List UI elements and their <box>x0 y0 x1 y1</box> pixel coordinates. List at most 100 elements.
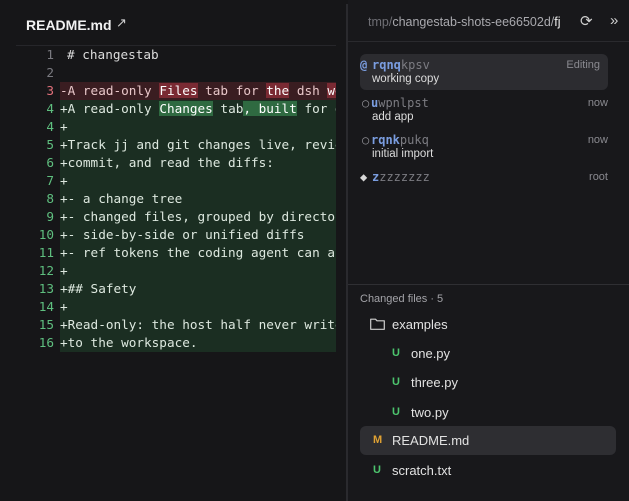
external-link-icon[interactable]: ↗ <box>116 15 127 31</box>
sidebar-header: tmp/changestab-shots-ee66502d/fj ⟳ » <box>348 0 629 42</box>
diff-line: 6 +commit, and read the diffs: <box>16 154 336 172</box>
line-number: 5 <box>46 137 54 152</box>
diff-line: 11 +- ref tokens the coding agent can ac <box>16 244 336 262</box>
section-divider <box>348 284 629 285</box>
changed-files-label: Changed files · 5 <box>360 293 444 305</box>
code-text: +Read-only: the host half never write <box>60 317 336 332</box>
code-text: tab <box>212 101 244 116</box>
code-text: # changestab <box>67 47 159 62</box>
file-row[interactable]: M README.md <box>360 426 616 455</box>
code-text: +- ref tokens the coding agent can ac <box>60 245 336 260</box>
diff-pane: README.md ↗ 1 # changestab 2 3 -A read-only … <box>0 0 336 501</box>
diff-line: 13 +## Safety <box>16 280 336 298</box>
code-text: + <box>60 263 68 278</box>
diff-line: 15 +Read-only: the host half never write <box>16 316 336 334</box>
file-name: two.py <box>411 405 449 420</box>
line-code: +Read-only: the host half never write <box>60 316 336 334</box>
change-id: zzzzzzzz <box>372 170 430 184</box>
line-number: 8 <box>46 191 54 206</box>
commit-node-icon: ◆ <box>360 170 368 184</box>
file-status-badge: U <box>392 347 400 359</box>
line-number: 2 <box>46 65 54 80</box>
file-row[interactable]: Uone.py <box>360 339 616 368</box>
code-text: for d <box>304 101 336 116</box>
chevrons-right-icon[interactable]: » <box>610 12 618 29</box>
change-id-rest: zzzzzzz <box>379 170 430 184</box>
commit-row[interactable]: ◆ zzzzzzzz root <box>360 166 608 202</box>
diff-line: 16 +to the workspace. <box>16 334 336 352</box>
commit-node-icon: @ <box>360 58 368 72</box>
file-status-badge: U <box>392 406 400 418</box>
file-name: one.py <box>411 346 451 361</box>
file-status-badge: U <box>392 376 400 388</box>
commit-time: now <box>587 97 608 109</box>
file-row[interactable]: Uthree.py <box>360 368 616 397</box>
commit-row[interactable]: @ rqnqkpsv Editing working copy <box>360 54 608 90</box>
commit-description: working copy <box>372 73 440 85</box>
diff-line: 5 +Track jj and git changes live, revie <box>16 136 336 154</box>
code-text: +Track jj and git changes live, revie <box>60 137 336 152</box>
path-dim: tmp/ <box>368 15 393 29</box>
folder-row[interactable]: examples <box>360 310 616 339</box>
commit-time: now <box>587 134 608 146</box>
line-code: + <box>60 298 336 316</box>
line-number: 9 <box>46 209 54 224</box>
commit-time: root <box>589 171 608 183</box>
commit-row[interactable]: ○ rqnkpukq now initial import <box>360 129 608 165</box>
line-code: +A read-only Changes tab, built for d <box>60 100 336 118</box>
changed-token: Files <box>159 83 198 98</box>
file-name: README.md <box>392 433 470 448</box>
line-number: 7 <box>46 173 54 188</box>
code-text: + <box>60 173 68 188</box>
file-row[interactable]: Utwo.py <box>360 398 616 427</box>
changed-token: we <box>327 83 336 98</box>
diff-view: 1 # changestab 2 3 -A read-only Files tab fo… <box>16 46 336 352</box>
line-number: 4 <box>46 101 54 116</box>
line-code: +to the workspace. <box>60 334 336 352</box>
workspace-path: tmp/changestab-shots-ee66502d/fj <box>368 15 561 29</box>
line-number: 4 <box>46 119 54 134</box>
change-id-rest: pukq <box>399 133 429 147</box>
code-text: +A read-only <box>60 101 160 116</box>
file-status-badge: M <box>373 434 383 446</box>
path-mid: changestab-shots-ee66502d/ <box>392 15 555 29</box>
line-code: + <box>60 262 336 280</box>
refresh-icon[interactable]: ⟳ <box>580 12 593 30</box>
code-text: +commit, and read the diffs: <box>60 155 274 170</box>
line-number: 16 <box>38 335 54 350</box>
file-title: README.md <box>26 17 112 33</box>
commit-row[interactable]: ○ uwpnlpst now add app <box>360 92 608 128</box>
change-id-prefix: rqnq <box>372 58 401 72</box>
file-row[interactable]: Uscratch.txt <box>360 456 616 485</box>
code-text: +- a change tree <box>60 191 183 206</box>
change-id: rqnkpukq <box>371 133 429 147</box>
diff-line: 8 +- a change tree <box>16 190 336 208</box>
code-text: + <box>60 119 68 134</box>
code-text: -A read-only <box>60 83 160 98</box>
change-id: rqnqkpsv <box>372 58 430 72</box>
changed-token: , built <box>243 101 297 116</box>
commit-time: Editing <box>566 59 600 71</box>
commit-node-icon: ○ <box>362 96 370 110</box>
diff-line: 4 + <box>16 118 336 136</box>
diff-line: 10 +- side-by-side or unified diffs <box>16 226 336 244</box>
file-name: three.py <box>411 375 458 390</box>
diff-line: 1 # changestab <box>16 46 336 64</box>
changed-token: the <box>266 83 290 98</box>
code-text: dsh <box>289 83 328 98</box>
diff-line: 12 + <box>16 262 336 280</box>
line-number: 10 <box>38 227 54 242</box>
folder-icon <box>370 318 385 330</box>
line-number: 12 <box>38 263 54 278</box>
line-number: 13 <box>38 281 54 296</box>
diff-line: 3 -A read-only Files tab for the dsh we <box>16 82 336 100</box>
line-code: +commit, and read the diffs: <box>60 154 336 172</box>
line-number: 1 <box>46 47 54 62</box>
code-text: +- changed files, grouped by director <box>60 209 336 224</box>
code-text: + <box>60 299 68 314</box>
code-text: +to the workspace. <box>60 335 198 350</box>
line-code: +- side-by-side or unified diffs <box>60 226 336 244</box>
changes-sidebar: tmp/changestab-shots-ee66502d/fj ⟳ » @ rq… <box>348 0 629 501</box>
diff-line: 4 +A read-only Changes tab, built for d <box>16 100 336 118</box>
change-id-prefix: rqnk <box>371 133 400 147</box>
